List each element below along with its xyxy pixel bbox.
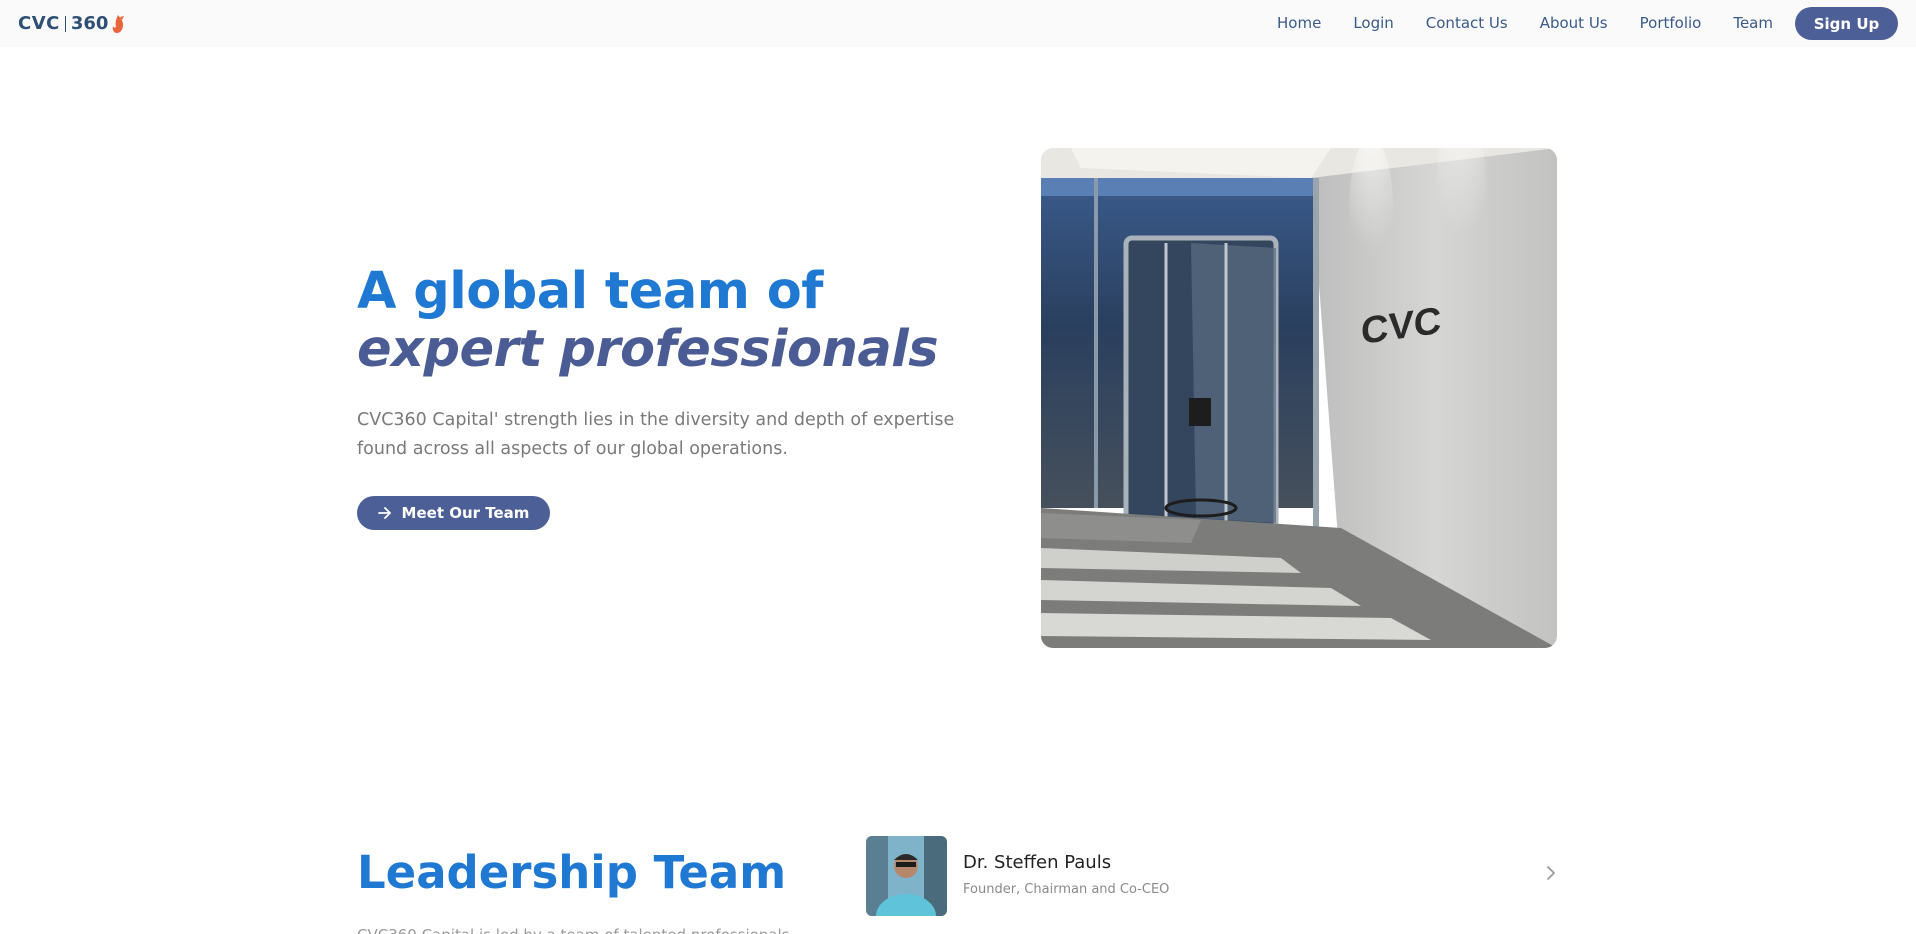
chevron-right-icon	[1546, 865, 1556, 881]
logo-text-360: 360	[70, 13, 109, 34]
hero-office-entrance-image: CVC	[1041, 148, 1557, 648]
main-nav: Home Login Contact Us About Us Portfolio…	[1261, 0, 1898, 47]
signup-button[interactable]: Sign Up	[1795, 7, 1898, 40]
hero-description: CVC360 Capital' strength lies in the div…	[357, 410, 955, 459]
nav-contact-us[interactable]: Contact Us	[1410, 0, 1524, 47]
meet-our-team-button[interactable]: Meet Our Team	[357, 496, 550, 530]
leader-role: Founder, Chairman and Co-CEO	[963, 882, 1170, 897]
meet-our-team-label: Meet Our Team	[401, 504, 530, 522]
flame-icon	[113, 14, 125, 33]
arrow-right-icon	[377, 507, 392, 519]
nav-about-us[interactable]: About Us	[1524, 0, 1624, 47]
nav-team[interactable]: Team	[1717, 0, 1789, 47]
leadership-title: Leadership Team	[357, 846, 787, 899]
leader-card[interactable]: Dr. Steffen Pauls Founder, Chairman and …	[866, 836, 1556, 916]
logo-text-cvc: CVC	[18, 13, 60, 34]
hero-title-emphasis: expert professionals	[357, 320, 939, 379]
logo-divider	[64, 15, 66, 32]
hero-title-plain: A global team of	[357, 262, 823, 321]
leader-photo	[866, 836, 947, 916]
site-logo[interactable]: CVC 360	[18, 9, 125, 39]
navbar: CVC 360 Home Login Contact Us About Us P…	[0, 0, 1916, 47]
nav-portfolio[interactable]: Portfolio	[1624, 0, 1718, 47]
hero-title: A global team of expert professionals	[357, 263, 1017, 379]
leadership-subtitle: CVC360 Capital is led by a team of talen…	[357, 924, 827, 934]
nav-login[interactable]: Login	[1337, 0, 1409, 47]
nav-home[interactable]: Home	[1261, 0, 1337, 47]
leader-name: Dr. Steffen Pauls	[963, 852, 1112, 873]
